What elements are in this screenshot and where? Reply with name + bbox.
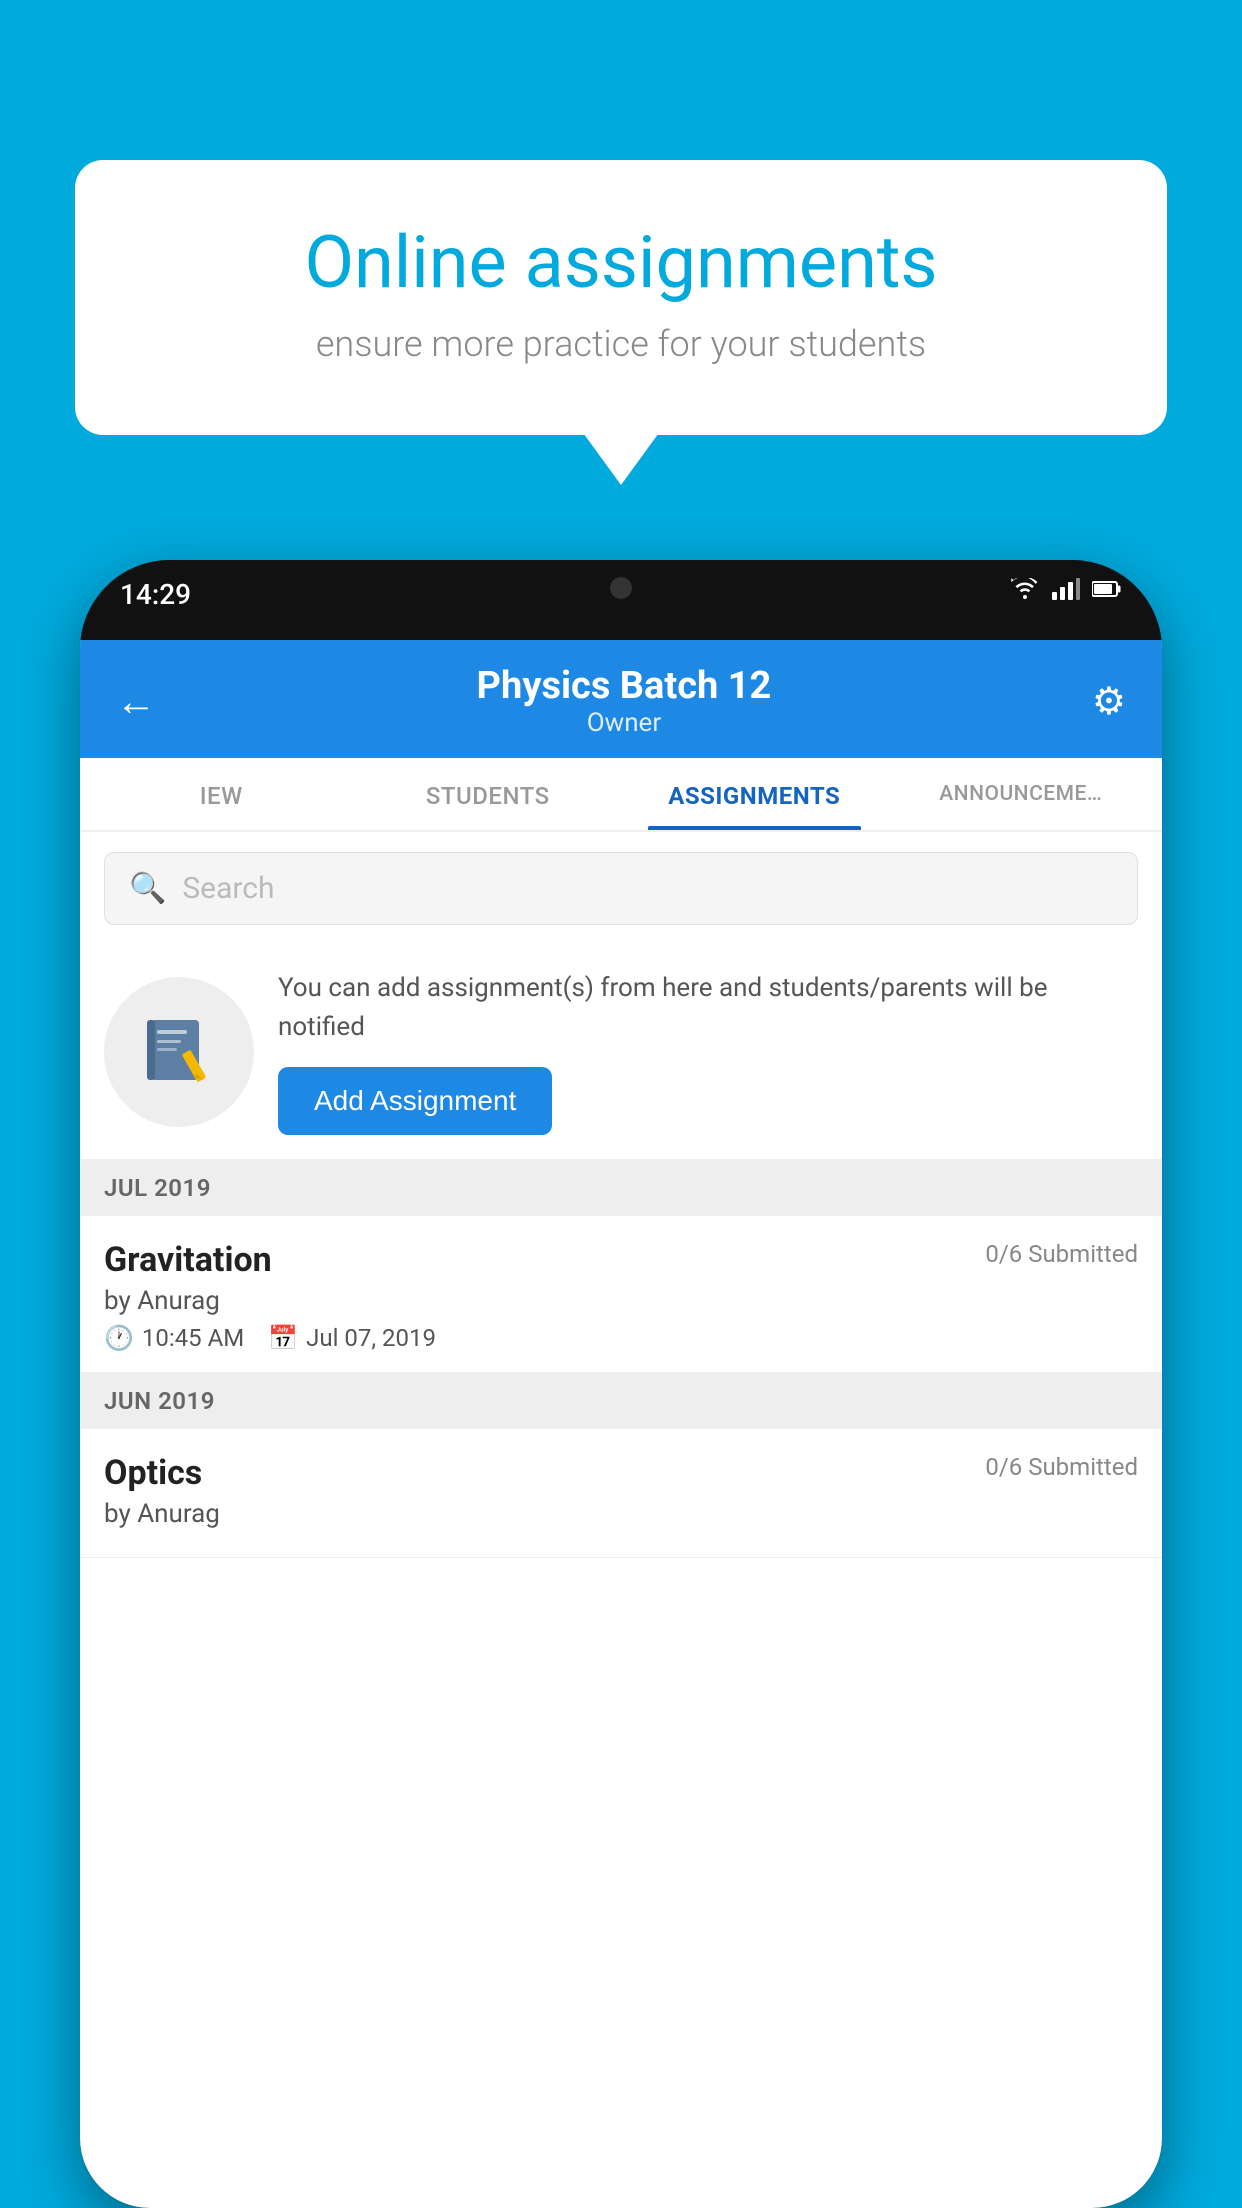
assignment-item-gravitation[interactable]: Gravitation 0/6 Submitted by Anurag 🕐 10… [80, 1216, 1162, 1373]
assignment-submitted-optics: 0/6 Submitted [985, 1453, 1138, 1481]
assignment-submitted: 0/6 Submitted [985, 1240, 1138, 1268]
phone-screen: ← Physics Batch 12 Owner ⚙ IEW STUDENTS … [80, 640, 1162, 2208]
assignment-by-optics: by Anurag [104, 1499, 1138, 1529]
signal-icon [1052, 578, 1080, 600]
speech-bubble-card: Online assignments ensure more practice … [75, 160, 1167, 435]
app-header: ← Physics Batch 12 Owner ⚙ [80, 640, 1162, 758]
header-center: Physics Batch 12 Owner [477, 664, 772, 738]
assignment-name: Gravitation [104, 1240, 272, 1280]
status-icons [1010, 578, 1122, 600]
battery-icon [1092, 580, 1122, 598]
header-title: Physics Batch 12 [477, 664, 772, 708]
search-icon: 🔍 [129, 871, 166, 906]
tab-assignments[interactable]: ASSIGNMENTS [621, 758, 888, 830]
promo-text: You can add assignment(s) from here and … [278, 969, 1138, 1047]
assignment-meta: 🕐 10:45 AM 📅 Jul 07, 2019 [104, 1324, 1138, 1352]
promo-content: You can add assignment(s) from here and … [278, 969, 1138, 1135]
search-placeholder: Search [182, 871, 274, 906]
meta-date: 📅 Jul 07, 2019 [268, 1324, 436, 1352]
search-bar[interactable]: 🔍 Search [104, 852, 1138, 925]
settings-icon[interactable]: ⚙ [1092, 679, 1126, 724]
add-assignment-button[interactable]: Add Assignment [278, 1067, 552, 1135]
assignment-by: by Anurag [104, 1286, 1138, 1316]
speech-bubble-title: Online assignments [145, 220, 1097, 305]
assignment-name-optics: Optics [104, 1453, 202, 1493]
back-button[interactable]: ← [116, 678, 156, 725]
screen-content: 🔍 Search [80, 832, 1162, 2208]
notch-cutout [531, 560, 711, 615]
assignment-row1: Gravitation 0/6 Submitted [104, 1240, 1138, 1280]
tab-bar: IEW STUDENTS ASSIGNMENTS ANNOUNCEME… [80, 758, 1162, 832]
notebook-icon [139, 1012, 219, 1092]
phone-notch: 14:29 [80, 560, 1162, 640]
section-header-jun: JUN 2019 [80, 1373, 1162, 1429]
tab-iew[interactable]: IEW [88, 758, 355, 830]
promo-icon-circle [104, 977, 254, 1127]
search-bar-container: 🔍 Search [80, 832, 1162, 945]
speech-bubble-subtitle: ensure more practice for your students [145, 323, 1097, 365]
assignment-row1-optics: Optics 0/6 Submitted [104, 1453, 1138, 1493]
section-header-jul: JUL 2019 [80, 1160, 1162, 1216]
add-assignment-promo: You can add assignment(s) from here and … [80, 945, 1162, 1160]
phone-shell: 14:29 ← [80, 560, 1162, 2208]
clock-icon: 🕐 [104, 1324, 134, 1352]
tab-students[interactable]: STUDENTS [355, 758, 622, 830]
assignment-item-optics[interactable]: Optics 0/6 Submitted by Anurag [80, 1429, 1162, 1558]
header-subtitle: Owner [477, 708, 772, 738]
status-time: 14:29 [120, 578, 191, 611]
tab-announcements[interactable]: ANNOUNCEME… [888, 758, 1155, 830]
meta-time: 🕐 10:45 AM [104, 1324, 244, 1352]
camera-dot [610, 577, 632, 599]
assignment-time: 10:45 AM [142, 1324, 244, 1352]
calendar-icon: 📅 [268, 1324, 298, 1352]
wifi-icon [1010, 578, 1040, 600]
assignment-date: Jul 07, 2019 [306, 1324, 436, 1352]
